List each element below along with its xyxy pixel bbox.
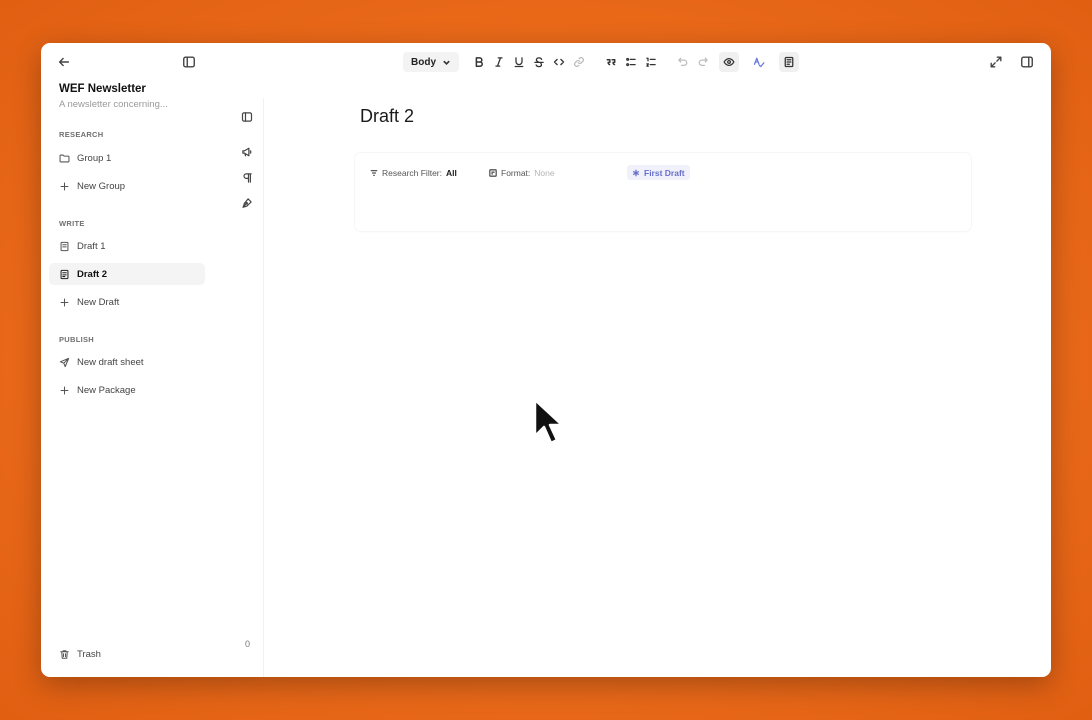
- new-package-button[interactable]: New Package: [49, 379, 205, 401]
- bullet-list-icon[interactable]: [621, 52, 641, 72]
- trash-icon: [60, 649, 69, 659]
- research-filter-value: All: [446, 167, 457, 178]
- bold-icon[interactable]: [469, 52, 489, 72]
- sidebar-item-label: New Draft: [77, 296, 120, 308]
- document-icon: [60, 241, 69, 251]
- workspace-title[interactable]: WEF Newsletter: [59, 83, 146, 95]
- sidebar: WEF Newsletter A newsletter concerning..…: [41, 81, 211, 677]
- code-icon[interactable]: [549, 52, 569, 72]
- text-style-select[interactable]: Body: [403, 52, 459, 72]
- document-properties-card: Research Filter: All Format: None First …: [355, 153, 971, 231]
- stage-tag-label: First Draft: [644, 167, 685, 178]
- format-chip[interactable]: Format: None: [484, 165, 560, 180]
- trash-label: Trash: [77, 648, 101, 660]
- quote-icon[interactable]: [601, 52, 621, 72]
- page-title[interactable]: Draft 2: [360, 106, 414, 127]
- pen-tool-icon[interactable]: [237, 193, 257, 213]
- trash-button[interactable]: Trash: [49, 643, 205, 665]
- top-toolbar: Body: [41, 43, 1051, 81]
- send-icon: [59, 357, 70, 367]
- sidebar-item-group-1[interactable]: Group 1: [49, 147, 205, 169]
- document-icon[interactable]: [779, 52, 799, 72]
- back-arrow-icon[interactable]: [54, 52, 74, 72]
- sidebar-item-label: Draft 2: [77, 268, 108, 280]
- text-style-value: Body: [411, 56, 436, 68]
- strikethrough-icon[interactable]: [529, 52, 549, 72]
- section-heading-research: RESEARCH: [59, 130, 104, 139]
- paragraph-icon[interactable]: [237, 168, 257, 188]
- panel-divider: [263, 98, 264, 677]
- italic-icon[interactable]: [489, 52, 509, 72]
- sidebar-item-draft-1[interactable]: Draft 1: [49, 235, 205, 257]
- new-group-button[interactable]: New Group: [49, 175, 205, 197]
- section-heading-write: WRITE: [59, 219, 85, 228]
- app-window: Body WEF Newsletter A newsletter concern…: [41, 43, 1051, 677]
- folder-icon: [59, 154, 70, 162]
- collapse-panel-icon[interactable]: [237, 107, 257, 127]
- sidebar-toggle-icon[interactable]: [179, 52, 199, 72]
- sidebar-item-new-draft-sheet[interactable]: New draft sheet: [49, 351, 205, 373]
- numbered-list-icon[interactable]: [641, 52, 661, 72]
- sidebar-item-label: Draft 1: [77, 240, 106, 252]
- preview-eye-icon[interactable]: [719, 52, 739, 72]
- word-count: 0: [245, 639, 251, 649]
- filter-icon: [370, 169, 378, 176]
- document-icon: [60, 269, 69, 279]
- sidebar-item-label: Group 1: [77, 152, 112, 164]
- plus-icon: [60, 386, 69, 394]
- new-draft-button[interactable]: New Draft: [49, 291, 205, 313]
- underline-icon[interactable]: [509, 52, 529, 72]
- plus-icon: [60, 182, 69, 190]
- research-filter-chip[interactable]: Research Filter: All: [365, 165, 462, 180]
- sidebar-item-label: New draft sheet: [77, 356, 144, 368]
- plus-icon: [60, 298, 69, 306]
- mouse-cursor-icon: [533, 398, 564, 445]
- research-filter-label: Research Filter:: [382, 167, 442, 178]
- sidebar-item-label: New Group: [77, 180, 126, 192]
- chevron-down-icon: [443, 60, 450, 65]
- redo-icon[interactable]: [693, 52, 713, 72]
- format-label: Format:: [501, 167, 531, 178]
- undo-icon[interactable]: [673, 52, 693, 72]
- right-panel-icon[interactable]: [1017, 52, 1037, 72]
- stage-tag[interactable]: First Draft: [627, 165, 690, 180]
- sidebar-item-draft-2[interactable]: Draft 2: [49, 263, 205, 285]
- format-toolbar: Body: [403, 52, 799, 72]
- sidebar-item-label: New Package: [77, 384, 136, 396]
- section-heading-publish: PUBLISH: [59, 335, 95, 344]
- format-icon: [489, 168, 497, 177]
- expand-icon[interactable]: [986, 52, 1006, 72]
- workspace-subtitle: A newsletter concerning...: [59, 99, 168, 110]
- format-value: None: [534, 167, 555, 178]
- spellcheck-icon[interactable]: [749, 52, 769, 72]
- asterisk-icon: [632, 169, 640, 176]
- megaphone-icon[interactable]: [237, 142, 257, 162]
- link-icon[interactable]: [569, 52, 589, 72]
